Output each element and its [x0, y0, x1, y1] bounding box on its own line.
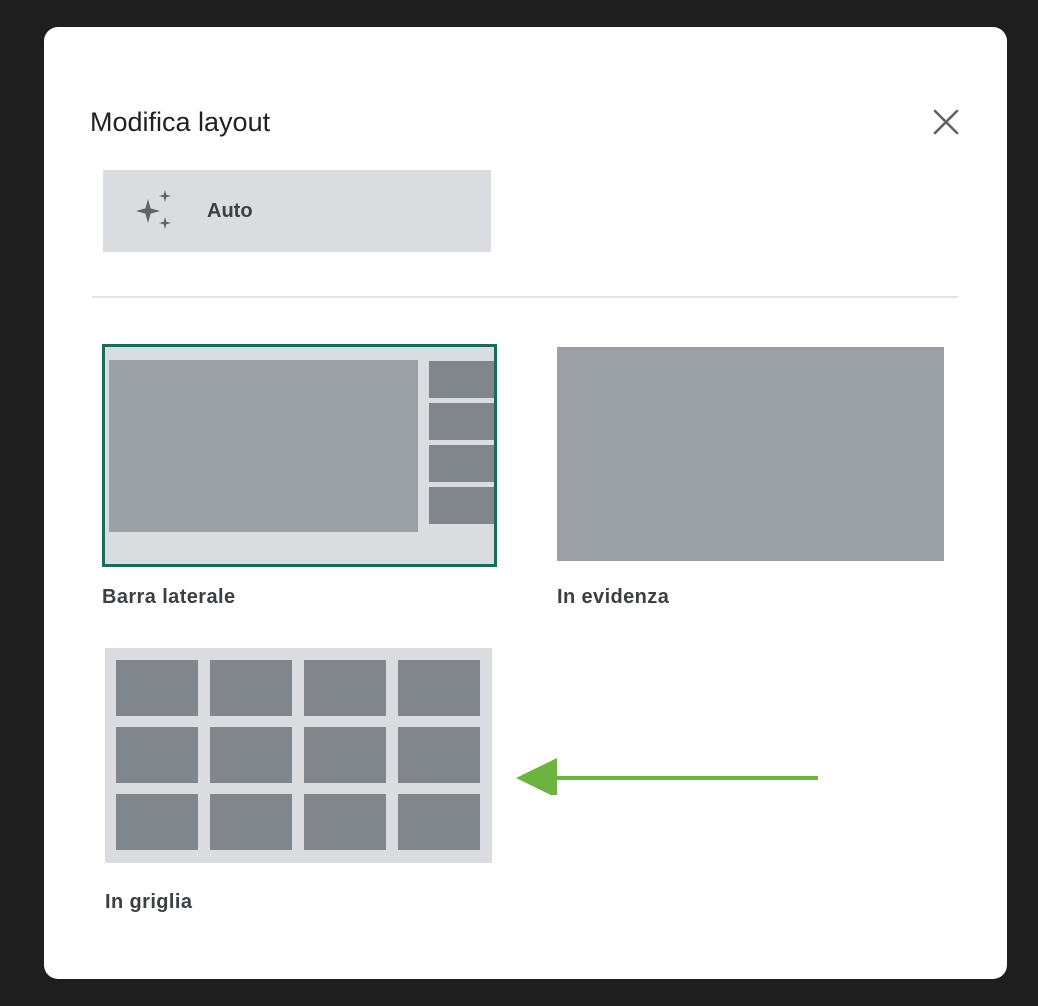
thumbnail-tile: [429, 361, 494, 398]
sidebar-layout-thumbnail: [102, 344, 497, 567]
arrow-left-icon: [516, 758, 818, 795]
thumbnail-tile: [398, 727, 480, 783]
divider: [92, 296, 958, 298]
layout-option-label: In evidenza: [557, 586, 670, 608]
thumbnail-main-video: [109, 360, 418, 532]
layout-option-sidebar[interactable]: Barra laterale: [102, 344, 497, 614]
thumbnail-tile: [304, 660, 386, 716]
thumbnail-tile: [429, 445, 494, 482]
layout-option-label: In griglia: [105, 891, 193, 913]
thumbnail-tile: [429, 487, 494, 524]
thumbnail-tile: [116, 794, 198, 850]
thumbnail-tile: [398, 660, 480, 716]
dialog-title: Modifica layout: [90, 107, 271, 137]
close-button[interactable]: [930, 106, 962, 138]
thumbnail-tile: [210, 794, 292, 850]
layout-option-tiled[interactable]: In griglia: [105, 648, 493, 918]
thumbnail-tile: [304, 727, 386, 783]
layout-option-label: Barra laterale: [102, 586, 236, 608]
close-icon: [933, 109, 959, 135]
thumbnail-tile: [304, 794, 386, 850]
auto-layout-button[interactable]: Auto: [103, 170, 491, 252]
thumbnail-tile: [116, 727, 198, 783]
thumbnail-tile: [210, 660, 292, 716]
change-layout-dialog: Modifica layout Auto Barra laterale In e…: [44, 27, 1007, 979]
thumbnail-tile: [210, 727, 292, 783]
sparkle-icon: [136, 190, 171, 229]
layout-option-spotlight[interactable]: In evidenza: [557, 347, 945, 614]
auto-layout-label: Auto: [207, 200, 253, 222]
spotlight-layout-thumbnail: [557, 347, 944, 561]
thumbnail-tile: [116, 660, 198, 716]
thumbnail-tile: [429, 403, 494, 440]
thumbnail-tile: [398, 794, 480, 850]
tiled-layout-thumbnail: [105, 648, 492, 863]
